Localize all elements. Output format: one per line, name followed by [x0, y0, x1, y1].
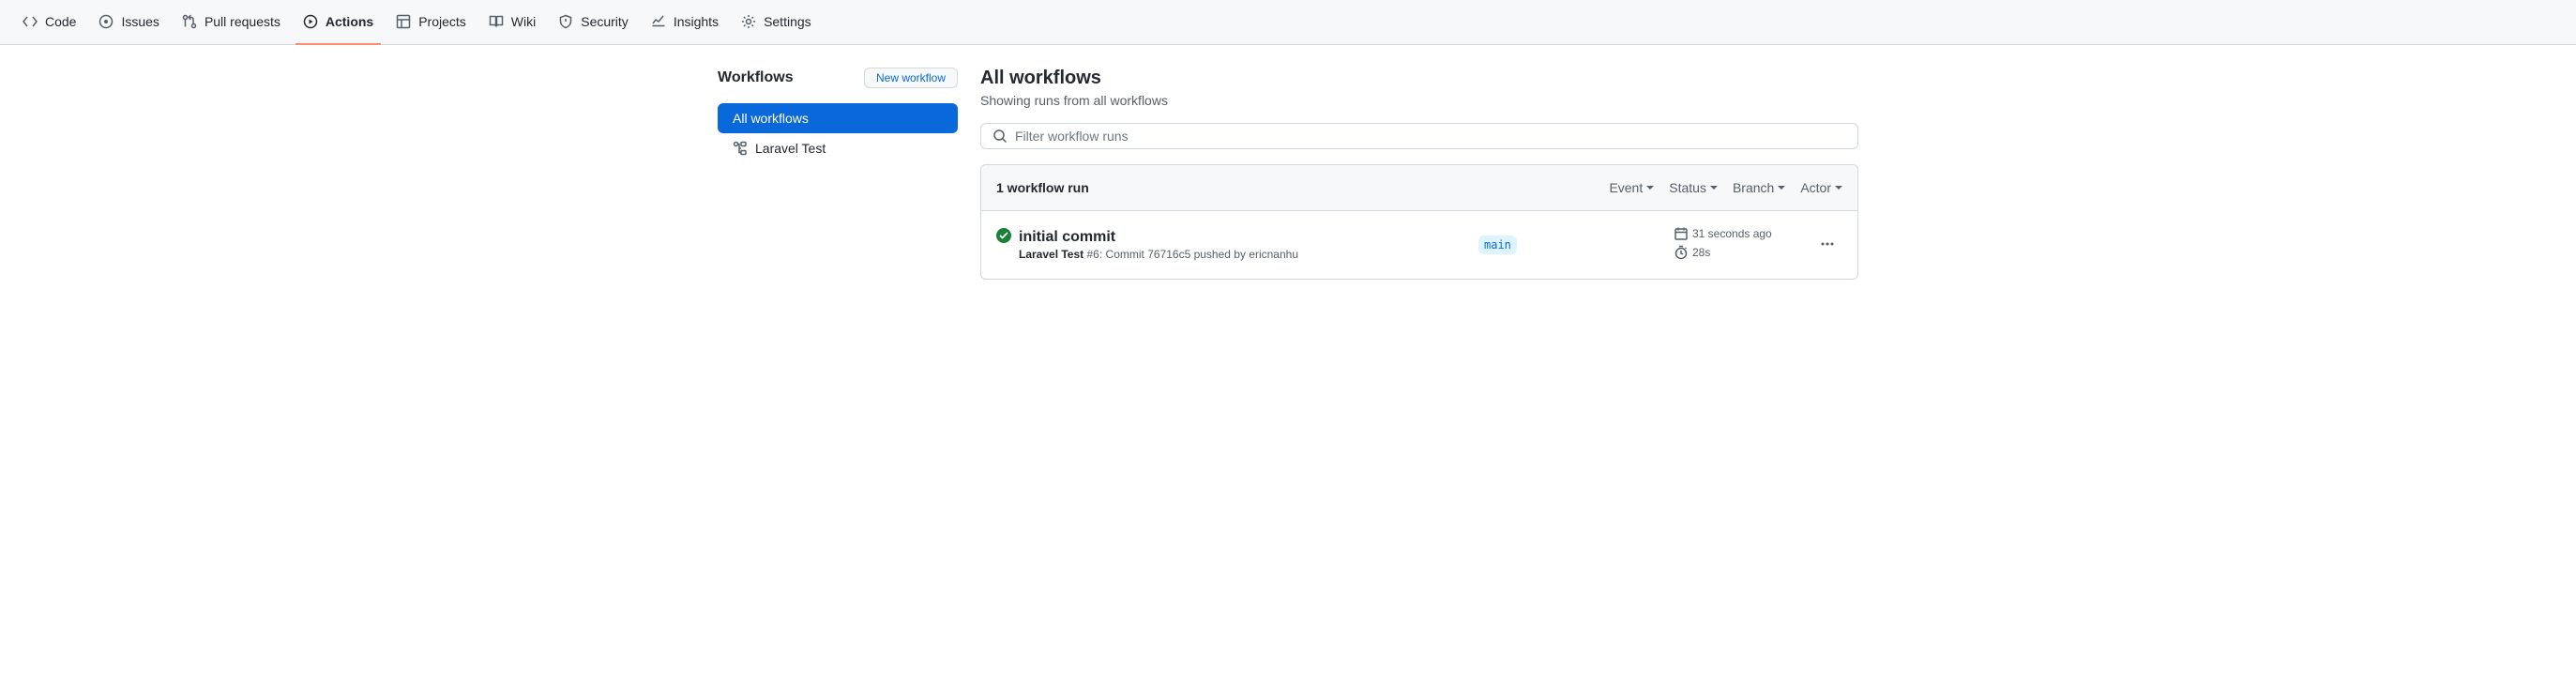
time-ago-row: 31 seconds ago [1674, 226, 1805, 241]
tab-wiki[interactable]: Wiki [481, 0, 543, 45]
tab-label: Code [45, 14, 76, 29]
search-icon [993, 129, 1008, 144]
tab-pull-requests[interactable]: Pull requests [174, 0, 288, 45]
new-workflow-button[interactable]: New workflow [864, 68, 958, 88]
tab-actions[interactable]: Actions [295, 0, 381, 45]
shield-icon [558, 14, 573, 29]
filter-branch[interactable]: Branch [1733, 180, 1785, 195]
sidebar-title: Workflows [718, 69, 794, 86]
time-column: 31 seconds ago 28s [1674, 226, 1805, 264]
filter-actor[interactable]: Actor [1800, 180, 1842, 195]
table-icon [396, 14, 411, 29]
tab-label: Projects [418, 14, 466, 29]
tab-label: Issues [121, 14, 159, 29]
caret-down-icon [1710, 186, 1718, 190]
page-title: All workflows [980, 68, 1858, 89]
issue-icon [98, 14, 114, 29]
tab-label: Security [581, 14, 629, 29]
filters: Event Status Branch Actor [1609, 180, 1842, 195]
tab-label: Insights [674, 14, 719, 29]
run-menu-button[interactable] [1812, 236, 1842, 254]
tab-projects[interactable]: Projects [388, 0, 474, 45]
play-icon [303, 14, 318, 29]
run-meta: Laravel Test #6: Commit 76716c5 pushed b… [1019, 248, 1471, 261]
page-subtitle: Showing runs from all workflows [980, 93, 1858, 108]
code-icon [23, 14, 38, 29]
run-info: initial commit Laravel Test #6: Commit 7… [1019, 229, 1471, 261]
caret-down-icon [1835, 186, 1842, 190]
book-icon [489, 14, 504, 29]
filter-label: Event [1609, 180, 1643, 195]
main-container: Workflows New workflow All workflows Lar… [688, 45, 1888, 302]
tab-insights[interactable]: Insights [644, 0, 726, 45]
run-number: #6 [1087, 248, 1099, 261]
sidebar-header: Workflows New workflow [718, 68, 958, 88]
run-meta-rest: : Commit 76716c5 pushed by ericnanhu [1099, 248, 1298, 261]
caret-down-icon [1646, 186, 1654, 190]
tab-code[interactable]: Code [15, 0, 83, 45]
tab-label: Settings [764, 14, 811, 29]
gear-icon [741, 14, 756, 29]
sidebar-item-label: All workflows [733, 111, 809, 126]
tab-label: Actions [326, 14, 373, 29]
tab-label: Pull requests [205, 14, 280, 29]
main-content: All workflows Showing runs from all work… [980, 68, 1858, 280]
filter-event[interactable]: Event [1609, 180, 1654, 195]
branch-column: main [1478, 236, 1666, 254]
search-input[interactable] [1015, 129, 1846, 144]
filter-status[interactable]: Status [1669, 180, 1718, 195]
duration: 28s [1692, 246, 1710, 259]
filter-label: Status [1669, 180, 1706, 195]
tab-label: Wiki [511, 14, 536, 29]
sidebar-item-laravel-test[interactable]: Laravel Test [718, 133, 958, 163]
filter-label: Actor [1800, 180, 1831, 195]
success-icon [996, 228, 1011, 246]
filter-label: Branch [1733, 180, 1774, 195]
sidebar-item-all-workflows[interactable]: All workflows [718, 103, 958, 133]
search-box[interactable] [980, 123, 1858, 149]
run-workflow-name[interactable]: Laravel Test [1019, 248, 1083, 261]
graph-icon [651, 14, 666, 29]
time-ago: 31 seconds ago [1692, 227, 1772, 240]
duration-row: 28s [1674, 245, 1805, 260]
stopwatch-icon [1674, 245, 1689, 260]
tab-issues[interactable]: Issues [91, 0, 166, 45]
runs-header: 1 workflow run Event Status Branch [981, 165, 1857, 211]
tab-settings[interactable]: Settings [734, 0, 819, 45]
workflow-icon [733, 141, 748, 156]
workflows-sidebar: Workflows New workflow All workflows Lar… [718, 68, 958, 280]
tab-security[interactable]: Security [551, 0, 636, 45]
git-pull-request-icon [182, 14, 197, 29]
sidebar-item-label: Laravel Test [755, 141, 826, 156]
runs-list: 1 workflow run Event Status Branch [980, 164, 1858, 280]
branch-label[interactable]: main [1478, 236, 1517, 254]
calendar-icon [1674, 226, 1689, 241]
runs-count: 1 workflow run [996, 180, 1089, 195]
run-row[interactable]: initial commit Laravel Test #6: Commit 7… [981, 211, 1857, 279]
repo-nav: Code Issues Pull requests Actions Projec… [0, 0, 2576, 45]
kebab-icon [1820, 236, 1835, 251]
run-title[interactable]: initial commit [1019, 229, 1471, 246]
caret-down-icon [1778, 186, 1785, 190]
